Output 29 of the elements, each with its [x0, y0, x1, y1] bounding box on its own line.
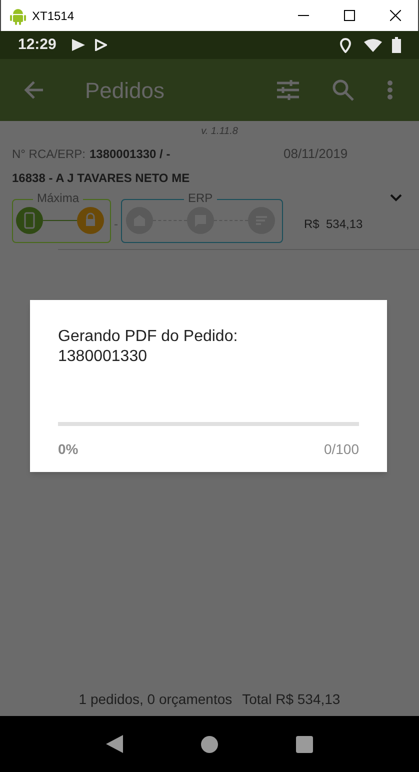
lock-status-icon	[77, 207, 104, 234]
order-date: 08/11/2019	[283, 145, 348, 163]
version-label: v. 1.11.8	[201, 125, 238, 139]
status-time: 12:29	[18, 34, 56, 55]
home-nav-button[interactable]	[201, 736, 218, 752]
status-separator: -	[114, 216, 118, 232]
maximize-icon[interactable]	[344, 10, 354, 21]
rca-label: N° RCA/ERP:	[12, 146, 86, 163]
location-icon	[340, 38, 351, 52]
minimize-icon[interactable]	[298, 15, 308, 16]
rca-value: 1380001330 / -	[89, 146, 172, 163]
back-nav-button[interactable]	[106, 735, 123, 753]
battery-icon	[392, 37, 401, 53]
orders-summary: 1 pedidos, 0 orçamentos	[78, 690, 232, 709]
app-title: Pedidos	[85, 76, 165, 104]
recents-nav-button[interactable]	[296, 736, 313, 752]
wifi-icon	[364, 38, 382, 52]
customer-name: 16838 - A J TAVARES NETO ME	[12, 170, 191, 186]
window-title: XT1514	[32, 8, 74, 24]
dialog-message: Gerando PDF do Pedido: 1380001330	[58, 327, 239, 367]
close-icon[interactable]	[390, 10, 400, 21]
footer-total: Total R$ 534,13	[242, 690, 340, 709]
play-store-icon	[95, 39, 108, 51]
android-icon	[10, 6, 26, 24]
progress-percent: 0%	[58, 440, 78, 459]
notification-icon	[72, 39, 86, 51]
progress-count: 0/100	[324, 440, 359, 459]
order-total: R$ 534,13	[304, 216, 363, 232]
expand-icon[interactable]	[390, 194, 402, 202]
